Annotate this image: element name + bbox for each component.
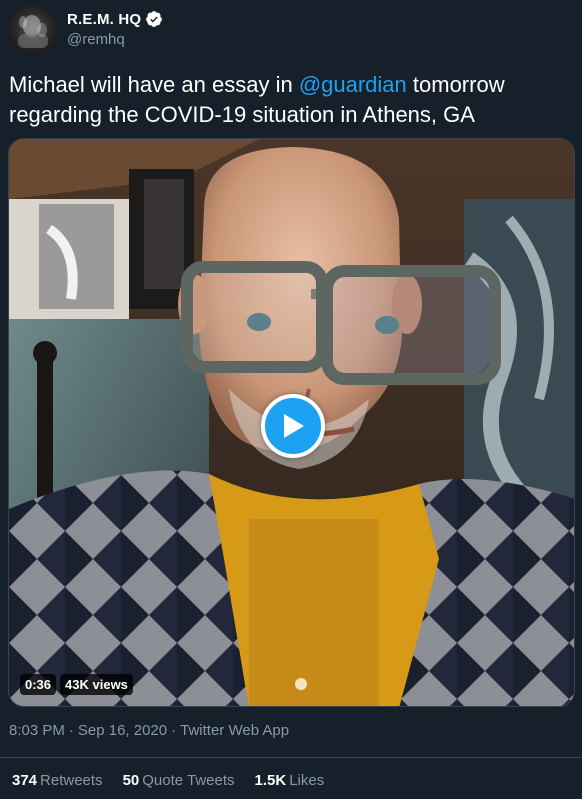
tweet-meta: 8:03 PM · Sep 16, 2020 · Twitter Web App <box>9 722 289 739</box>
avatar[interactable] <box>8 5 57 55</box>
tweet-header: R.E.M. HQ @remhq <box>8 4 163 56</box>
tweet-date[interactable]: Sep 16, 2020 <box>78 722 167 739</box>
video-views: 43K views <box>60 674 133 695</box>
stat-label: Retweets <box>40 772 103 789</box>
display-name[interactable]: R.E.M. HQ <box>67 11 141 28</box>
stat-count: 1.5K <box>254 772 287 789</box>
stat-count: 50 <box>122 772 140 789</box>
meta-separator: · <box>171 722 177 739</box>
tweet-text-start: Michael will have an essay in <box>9 72 299 97</box>
play-button[interactable] <box>261 394 325 458</box>
tweet-detail: R.E.M. HQ @remhq Michael will have an es… <box>0 0 582 799</box>
mention-link[interactable]: @guardian <box>299 72 407 97</box>
account-names: R.E.M. HQ @remhq <box>67 10 163 48</box>
account-handle[interactable]: @remhq <box>67 31 163 48</box>
stat-label: Likes <box>289 772 325 789</box>
video-duration: 0:36 <box>20 674 57 695</box>
video-info: 0:36 43K views <box>20 674 133 695</box>
play-icon <box>284 414 304 438</box>
tweet-source[interactable]: Twitter Web App <box>180 722 289 739</box>
avatar-image <box>18 14 48 48</box>
stat-label: Quote Tweets <box>142 772 235 789</box>
name-row: R.E.M. HQ <box>67 10 163 28</box>
video-player[interactable]: 0:36 43K views <box>8 138 575 707</box>
tweet-stats: 374 Retweets 50 Quote Tweets 1.5K Likes <box>12 772 344 789</box>
stat-count: 374 <box>12 772 38 789</box>
meta-separator: · <box>68 722 74 739</box>
stat-retweets[interactable]: 374 Retweets <box>12 772 103 789</box>
tweet-text: Michael will have an essay in @guardian … <box>9 70 569 130</box>
stat-likes[interactable]: 1.5K Likes <box>255 772 325 789</box>
tweet-time[interactable]: 8:03 PM <box>9 722 65 739</box>
divider <box>0 757 582 758</box>
stat-quote-tweets[interactable]: 50 Quote Tweets <box>123 772 235 789</box>
verified-badge-icon <box>146 11 163 27</box>
